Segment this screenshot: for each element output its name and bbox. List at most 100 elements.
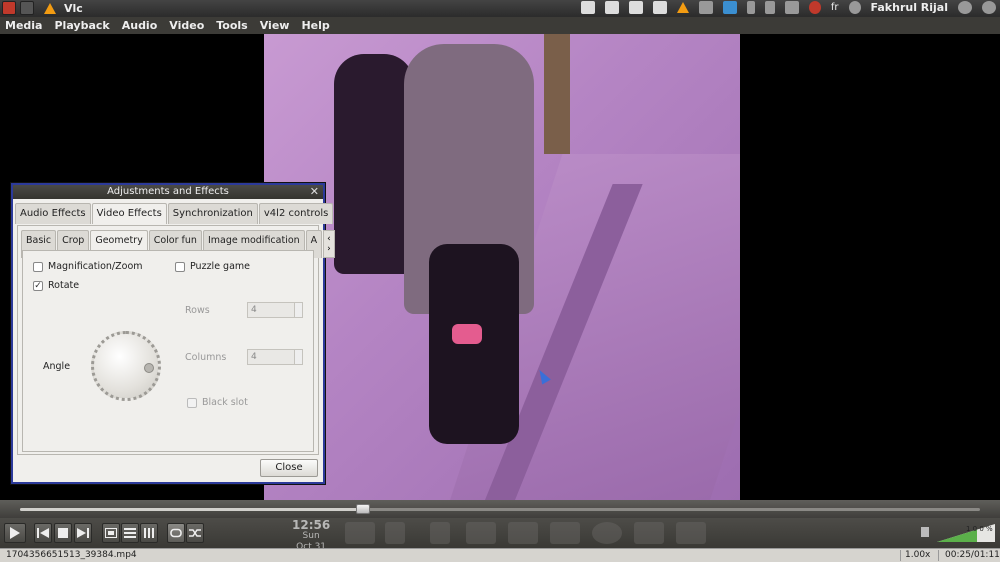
previous-button[interactable]: [34, 523, 52, 543]
top-panel: Vlc fr Fakhrul Rijal: [0, 0, 1000, 17]
menubar: Media Playback Audio Video Tools View He…: [0, 17, 1000, 34]
menu-tools[interactable]: Tools: [216, 19, 247, 32]
playlist-button[interactable]: [121, 523, 139, 543]
system-tray: fr Fakhrul Rijal: [580, 1, 996, 14]
loop-button[interactable]: [167, 523, 185, 543]
black-slot-row[interactable]: Black slot: [187, 397, 248, 408]
menu-help[interactable]: Help: [301, 19, 329, 32]
tab-audio-effects[interactable]: Audio Effects: [15, 203, 91, 224]
playlist-icon: [124, 528, 136, 538]
black-slot-checkbox[interactable]: [187, 397, 197, 408]
menu-video[interactable]: Video: [169, 19, 204, 32]
rows-label: Rows: [185, 305, 210, 316]
extended-settings-icon: [144, 528, 154, 538]
chat-icon[interactable]: [808, 1, 821, 14]
status-playback-rate[interactable]: 1.00x: [905, 550, 930, 560]
user-name[interactable]: Fakhrul Rijal: [871, 1, 949, 14]
adjustments-dialog: Adjustments and Effects ✕ Audio Effects …: [11, 183, 335, 484]
rotate-row[interactable]: ✓ Rotate: [33, 280, 79, 291]
status-divider: [900, 550, 901, 561]
network-icon[interactable]: [722, 1, 737, 14]
seek-handle[interactable]: [355, 504, 370, 514]
tab-video-effects[interactable]: Video Effects: [91, 203, 167, 224]
angle-dial[interactable]: [91, 331, 161, 401]
mail-icon[interactable]: [784, 1, 799, 14]
sync-icon[interactable]: [698, 1, 713, 14]
magnification-row[interactable]: Magnification/Zoom: [33, 261, 143, 272]
workspace-icon[interactable]: [580, 1, 595, 14]
status-bar: 1704356651513_39384.mp4 1.00x 00:25/01:1…: [0, 548, 1000, 562]
clock-day: Sun: [302, 531, 320, 541]
power-icon[interactable]: [848, 1, 861, 14]
shuffle-icon: [189, 529, 201, 537]
previous-icon: [37, 528, 49, 538]
magnification-checkbox[interactable]: [33, 261, 43, 272]
dock-network-icon: [592, 522, 622, 544]
battery-icon[interactable]: [746, 1, 755, 14]
angle-dial-indicator[interactable]: [144, 363, 154, 373]
workspace-icon[interactable]: [652, 1, 667, 14]
app-title: Vlc: [64, 1, 83, 15]
shuffle-button[interactable]: [186, 523, 204, 543]
stop-icon: [58, 528, 68, 538]
video-effects-panel: Basic Crop Geometry Color fun Image modi…: [17, 225, 335, 455]
columns-spin-arrows[interactable]: [294, 350, 302, 364]
fullscreen-button[interactable]: [102, 523, 120, 543]
dock-screen-icon: [466, 522, 496, 544]
play-icon: [10, 527, 20, 539]
menu-view[interactable]: View: [260, 19, 290, 32]
seek-progress: [20, 508, 363, 511]
tab-synchronization[interactable]: Synchronization: [167, 203, 258, 224]
seek-bar: [0, 500, 1000, 518]
vlc-tray-icon[interactable]: [676, 2, 689, 13]
dock-monitor-icon: [550, 522, 580, 544]
dock-terminal-icon: [508, 522, 538, 544]
workspace-icon[interactable]: [604, 1, 619, 14]
extended-settings-button[interactable]: [140, 523, 158, 543]
dialog-titlebar[interactable]: Adjustments and Effects ✕: [13, 185, 323, 199]
stop-button[interactable]: [54, 523, 72, 543]
workspace-icon[interactable]: [628, 1, 643, 14]
next-icon: [77, 528, 89, 538]
columns-label: Columns: [185, 352, 227, 363]
keyboard-layout[interactable]: fr: [831, 2, 839, 13]
folder-icon[interactable]: [20, 1, 34, 15]
close-button[interactable]: Close: [260, 459, 318, 477]
subtab-scroll-arrows[interactable]: ‹ ›: [323, 230, 335, 258]
rotate-checkbox[interactable]: ✓: [33, 280, 43, 291]
menu-media[interactable]: Media: [5, 19, 42, 32]
fullscreen-icon: [105, 528, 117, 538]
screen: Vlc fr Fakhrul Rijal Media Playback Audi…: [0, 0, 1000, 562]
rows-value: 4: [251, 305, 257, 315]
black-slot-label: Black slot: [202, 397, 248, 408]
seek-track[interactable]: [20, 504, 980, 514]
video-frame[interactable]: [264, 34, 740, 500]
window-controls: Vlc: [2, 1, 83, 15]
tab-v4l2-controls[interactable]: v4l2 controls: [258, 203, 334, 224]
close-window-button[interactable]: [2, 1, 16, 15]
rows-spin-arrows[interactable]: [294, 303, 302, 317]
dialog-close-icon[interactable]: ✕: [310, 185, 319, 199]
volume-icon[interactable]: [764, 1, 775, 14]
columns-spinbox[interactable]: 4: [247, 349, 303, 365]
status-divider: [938, 550, 939, 561]
dock-vlc-icon: [676, 522, 706, 544]
loop-icon: [170, 528, 182, 538]
geometry-content: Magnification/Zoom ✓ Rotate Puzzle game …: [22, 250, 314, 452]
dock-weather-icon: [345, 522, 375, 544]
video-pole: [544, 34, 570, 154]
next-button[interactable]: [74, 523, 92, 543]
puzzle-row[interactable]: Puzzle game: [175, 261, 250, 272]
rows-spinbox[interactable]: 4: [247, 302, 303, 318]
play-button[interactable]: [4, 523, 26, 543]
menu-audio[interactable]: Audio: [122, 19, 158, 32]
status-filename: 1704356651513_39384.mp4: [6, 550, 137, 560]
menu-playback[interactable]: Playback: [54, 19, 109, 32]
speaker-icon[interactable]: [921, 527, 929, 537]
minimize-icon[interactable]: [958, 1, 972, 14]
dock-battery-icon: [385, 522, 405, 544]
puzzle-label: Puzzle game: [190, 261, 251, 272]
puzzle-checkbox[interactable]: [175, 261, 185, 272]
status-time[interactable]: 00:25/01:11: [945, 550, 1000, 560]
maximize-icon[interactable]: [982, 1, 996, 14]
